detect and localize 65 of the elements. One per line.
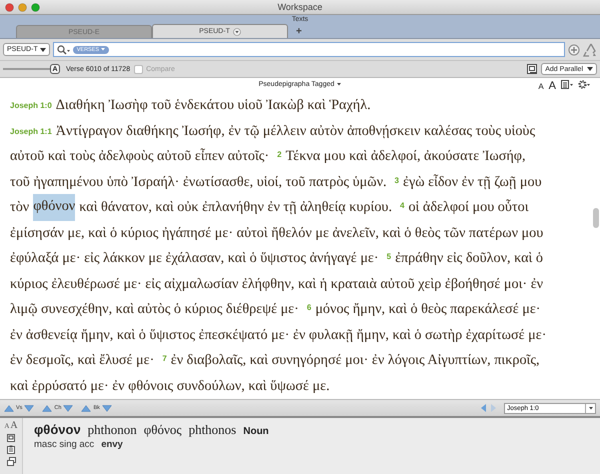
up-arrow-icon[interactable]: [81, 404, 92, 412]
close-button[interactable]: [5, 2, 14, 12]
minimize-button[interactable]: [18, 2, 27, 12]
verse-text: Ἀντίγραγον διαθήκης Ἰωσήφ, ἐν τῷ μέλλειν αὐτὸν ἀποθνῄσκειν καλέσας τοὺς υἱοὺς: [56, 122, 536, 140]
parsing: masc sing acc: [34, 439, 94, 450]
verse-text: μόνος ἤμην, καὶ ὁ θεὸς παρεκάλεσέ με·: [315, 301, 540, 318]
parallel-view-icon[interactable]: [527, 64, 538, 74]
back-icon[interactable]: [481, 404, 486, 412]
verse-text: οἱ ἀδελφοί μου οὗτοι: [408, 199, 529, 216]
verse-text: λιμῷ συνεσχέθην, καὶ αὐτὸς ὁ κύριος διέθρεψέ με·: [10, 301, 299, 318]
verse-text: τοῦ ἠγαπημένου ὑπὸ Ἰσραήλ· ἐνωτίσασθε, υἱοί, τοῦ πατρὸς ὑμῶν.: [10, 174, 387, 191]
transliteration: phthonon: [88, 422, 137, 438]
font-larger-button[interactable]: A: [548, 80, 556, 92]
dropdown-icon[interactable]: [232, 28, 241, 36]
verse-number[interactable]: 2: [277, 150, 282, 159]
verse-number[interactable]: 7: [162, 354, 167, 363]
window-icon[interactable]: [7, 434, 15, 442]
search-icon[interactable]: [56, 44, 70, 54]
zoom-button[interactable]: [31, 2, 40, 12]
lemma: φθόνος: [144, 422, 182, 438]
verse-number[interactable]: 4: [400, 201, 404, 210]
add-icon[interactable]: [568, 44, 580, 56]
caret-icon: [101, 48, 106, 51]
verse-text: τὸν: [10, 199, 30, 216]
gloss: envy: [101, 439, 123, 450]
verse-text: ἐν ἀσθενείᾳ ἤμην, καὶ ὁ ὕψιστος ἐπεσκέψατό με· ἐν φυλακῇ ἤμην, καὶ ὁ σωτὴρ ἐχαρίτωσέ με·: [10, 326, 546, 344]
down-arrow-icon[interactable]: [24, 404, 34, 412]
selected-word: φθόνον: [34, 422, 81, 437]
font-smaller-button[interactable]: A: [538, 82, 544, 91]
down-arrow-icon[interactable]: [102, 404, 112, 412]
verse-text: καὶ ἐρρύσατό με· ἐν φθόνοις συνδούλων, καὶ ὕψωσέ με.: [10, 378, 330, 395]
verse-text: αὐτοῦ καὶ τοὺς ἀδελφοὺς αὐτοῦ εἶπεν αὐτοῖς·: [10, 148, 270, 166]
down-arrow-icon[interactable]: [63, 404, 74, 412]
layout-icon[interactable]: [561, 80, 573, 89]
verse-text: ἐφύλαξά με· εἰς λάκκον με ἐχάλασαν, καὶ ὁ ὕψιστος ἀνήγαγέ με·: [10, 250, 379, 268]
verse-number[interactable]: 5: [386, 252, 392, 261]
verse-text: ἐμίσησάν με, καὶ ὁ κύριος ἠγάπησέ με· αὐτοὶ ἤθελόν με ἀνελεῖν, καὶ ὁ θεὸς τῶν πατέρων μου: [10, 224, 544, 242]
caret-icon: [40, 48, 46, 52]
up-arrow-icon[interactable]: [4, 404, 14, 412]
verse-text: ἐν διαβολαῖς, καὶ συνηγόρησέ μοι· ἐν λόγοις Αἰγυπτίων, πικροῖς,: [170, 352, 540, 370]
caret-icon: [337, 83, 342, 86]
verse-reference[interactable]: Joseph 1:0: [10, 101, 52, 110]
verse-text: ἐπράθην εἰς δοῦλον, καὶ ὁ: [395, 250, 544, 268]
window-title: Workspace: [278, 2, 322, 12]
up-arrow-icon[interactable]: [42, 404, 52, 412]
checkbox-icon: [134, 64, 144, 74]
copy-icon[interactable]: [6, 457, 16, 466]
lemma-transliteration: phthonos: [188, 422, 236, 438]
clipboard-icon[interactable]: [7, 445, 15, 454]
verse-text: ἐν δεσμοῖς, καὶ ἔλυσέ με·: [10, 352, 154, 370]
verse-text: Τέκνα μου καὶ ἀδελφοί, ἀκούσατε Ἰωσήφ,: [286, 148, 526, 166]
scrollbar-thumb[interactable]: [593, 208, 599, 228]
verse-text: κύριος ἐλευθέρωσέ με· εἰς αἰχμαλωσίαν ἐλήφθην, καὶ ἡ κραταιὰ αὐτοῦ χεὶρ ἐβοήθησέ μοι· ἐν: [10, 276, 544, 293]
verse-number[interactable]: 6: [306, 303, 312, 312]
verse-text: Διαθήκη Ἰωσὴφ τοῦ ἑνδεκάτου υἱοῦ Ἰακὼβ καὶ Ῥαχήλ.: [56, 97, 371, 114]
font-larger-button[interactable]: A: [10, 420, 18, 431]
caret-icon[interactable]: [588, 406, 592, 410]
selected-word[interactable]: φθόνον: [33, 194, 76, 222]
add-tab-button[interactable]: +: [296, 26, 302, 36]
part-of-speech: Noun: [243, 426, 269, 437]
verse-reference[interactable]: Joseph 1:1: [10, 126, 52, 136]
verse-text: ἐγὼ εἶδον ἐν τῇ ζωῇ μου: [402, 174, 542, 191]
caret-icon: [587, 67, 593, 71]
verse-text: καὶ θάνατον, καὶ οὐκ ἐπλανήθην ἐν τῇ ἀληθείᾳ κυρίου.: [79, 199, 392, 216]
verse-number[interactable]: 3: [394, 176, 399, 184]
